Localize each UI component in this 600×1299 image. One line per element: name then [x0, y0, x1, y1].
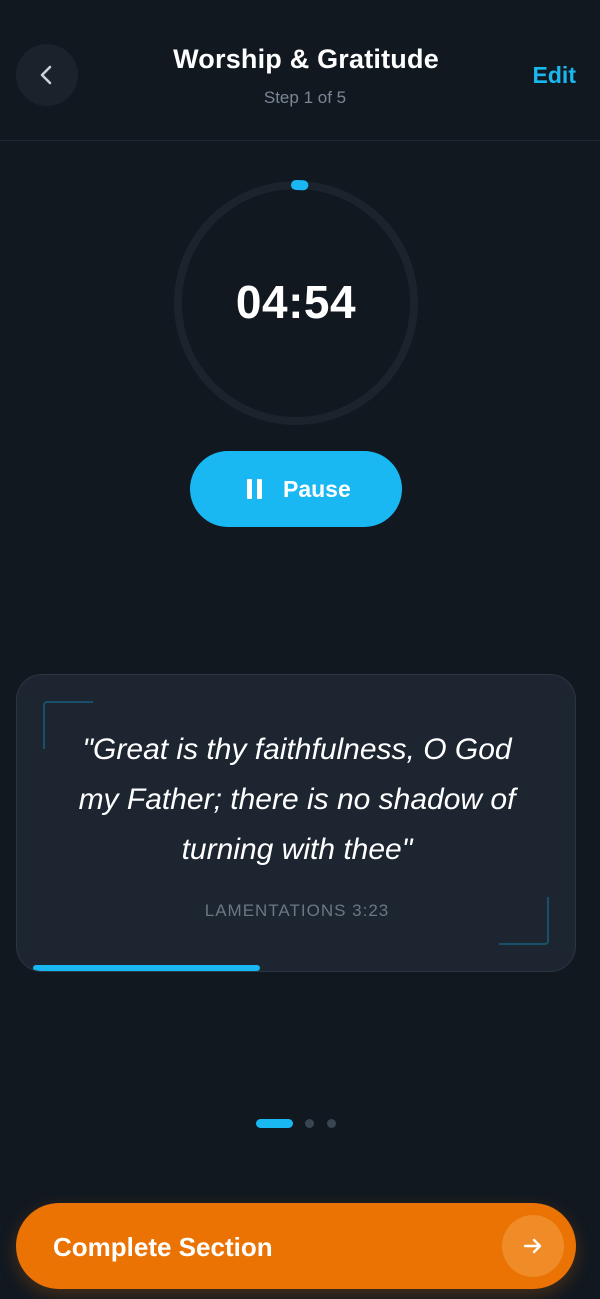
- arrow-right-icon: [523, 1238, 542, 1254]
- scripture-quote: "Great is thy faithfulness, O God my Fat…: [78, 733, 516, 866]
- page-title: Worship & Gratitude: [173, 44, 439, 74]
- complete-section-label: Complete Section: [53, 1232, 273, 1262]
- edit-button[interactable]: Edit: [533, 62, 576, 89]
- quote-progress-bar: [33, 965, 261, 971]
- top-bar: Worship & Gratitude Step 1 of 5 Edit: [0, 0, 600, 141]
- step-indicator: Step 1 of 5: [263, 88, 347, 107]
- pause-icon: [247, 479, 262, 499]
- countdown-timer: 04:54: [172, 179, 420, 427]
- scripture-card[interactable]: "Great is thy faithfulness, O God my Fat…: [16, 674, 576, 972]
- page-dot[interactable]: [327, 1119, 336, 1128]
- timer-display: 04:54: [235, 276, 357, 328]
- scripture-reference: LAMENTATIONS 3:23: [204, 901, 390, 920]
- complete-section-button[interactable]: Complete Section: [16, 1203, 576, 1289]
- page-dot[interactable]: [305, 1119, 314, 1128]
- pause-button[interactable]: Pause: [190, 451, 402, 527]
- arrow-button: [502, 1215, 564, 1277]
- pause-label: Pause: [283, 476, 351, 502]
- page-indicator: [256, 1118, 346, 1130]
- page-dot-active[interactable]: [256, 1119, 293, 1128]
